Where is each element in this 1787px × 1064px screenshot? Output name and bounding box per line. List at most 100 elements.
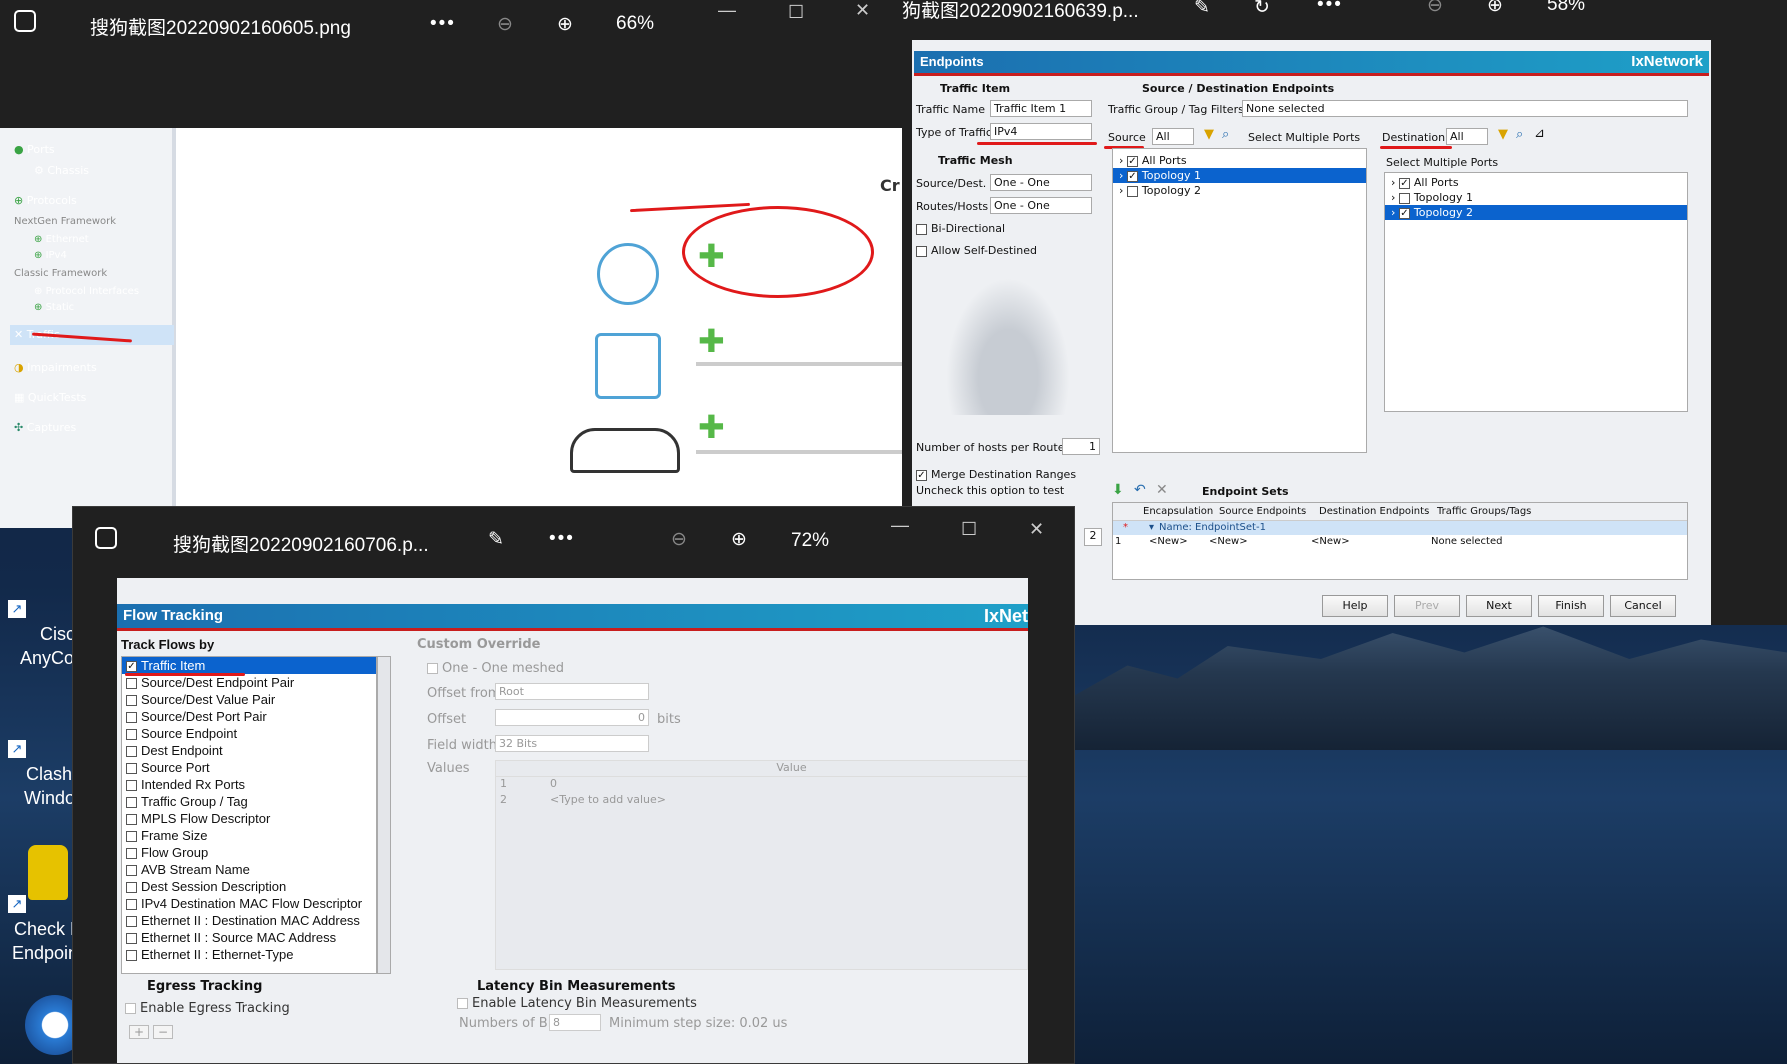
select-multiple-ports-source[interactable]: Select Multiple Ports bbox=[1248, 131, 1360, 144]
track-option[interactable]: AVB Stream Name bbox=[122, 861, 376, 878]
enable-egress-checkbox[interactable]: Enable Egress Tracking bbox=[125, 1001, 290, 1016]
zoom-out-icon[interactable]: ⊖ bbox=[1427, 0, 1443, 17]
source-select[interactable]: All bbox=[1152, 128, 1194, 145]
track-option[interactable]: Ethernet II : Destination MAC Address bbox=[122, 912, 376, 929]
prev-button[interactable]: Prev bbox=[1394, 595, 1460, 617]
zoom-in-icon[interactable]: ⊕ bbox=[1487, 0, 1503, 17]
edit-image-icon[interactable]: ✎ bbox=[1194, 0, 1210, 19]
table-row[interactable]: 1 <New> <New> <New> None selected bbox=[1113, 535, 1687, 549]
delete-icon[interactable]: ✕ bbox=[1156, 482, 1168, 498]
tree-item[interactable]: › Topology 2 bbox=[1113, 183, 1366, 198]
zoom-in-icon[interactable]: ⊕ bbox=[557, 13, 573, 36]
zoom-out-icon[interactable]: ⊖ bbox=[671, 528, 687, 551]
tree-item[interactable]: › ✓ Topology 2 bbox=[1385, 205, 1687, 220]
track-option[interactable]: ✓ Traffic Item bbox=[122, 657, 376, 674]
track-option[interactable]: Source/Dest Endpoint Pair bbox=[122, 674, 376, 691]
tag-filters-select[interactable]: None selected bbox=[1242, 100, 1688, 117]
track-option[interactable]: Frame Size bbox=[122, 827, 376, 844]
add-set-icon[interactable]: ⬇ bbox=[1112, 482, 1124, 498]
tree-item[interactable]: › Topology 1 bbox=[1385, 190, 1687, 205]
close-icon[interactable]: ✕ bbox=[1029, 519, 1044, 540]
sidebar-item-chassis[interactable]: ⚙ Chassis bbox=[34, 164, 89, 177]
track-option[interactable]: Dest Endpoint bbox=[122, 742, 376, 759]
add-quick-flow-groups-link[interactable]: Add L2-3 Quick Flow Groups bbox=[738, 333, 893, 346]
track-option[interactable]: Source Port bbox=[122, 759, 376, 776]
traffic-type-select[interactable]: IPv4 bbox=[990, 123, 1092, 140]
tree-item[interactable]: › ✓ Topology 1 bbox=[1113, 168, 1366, 183]
add-egress-tracking-link[interactable]: Add Egress Only Tracking bbox=[738, 419, 877, 432]
track-option[interactable]: Intended Rx Ports bbox=[122, 776, 376, 793]
track-option[interactable]: Traffic Group / Tag bbox=[122, 793, 376, 810]
offset-from-select[interactable]: Root bbox=[495, 683, 649, 700]
more-options-button[interactable]: ••• bbox=[1317, 0, 1343, 16]
sidebar-item-ports[interactable]: ● Ports bbox=[14, 143, 55, 156]
sidebar-item-quicktests[interactable]: ▦ QuickTests bbox=[14, 391, 86, 404]
sidebar-item-protocols[interactable]: ⊕ Protocols bbox=[14, 194, 77, 207]
track-option[interactable]: Ethernet II : Ethernet-Type bbox=[122, 946, 376, 963]
self-destined-checkbox[interactable]: Allow Self-Destined bbox=[916, 244, 1037, 257]
source-dest-select[interactable]: One - One bbox=[990, 174, 1092, 191]
track-option[interactable]: Source/Dest Port Pair bbox=[122, 708, 376, 725]
sidebar-item-ipv4[interactable]: ⊕ IPv4 bbox=[34, 250, 67, 261]
sidebar-item-impairments[interactable]: ◑ Impairments bbox=[14, 361, 97, 374]
track-option[interactable]: Dest Session Description bbox=[122, 878, 376, 895]
maximize-icon[interactable]: ☐ bbox=[788, 2, 804, 23]
track-option[interactable]: Flow Group bbox=[122, 844, 376, 861]
minimize-icon[interactable]: — bbox=[891, 515, 909, 536]
enable-latency-checkbox[interactable]: Enable Latency Bin Measurements bbox=[457, 996, 697, 1011]
more-options-button[interactable]: ••• bbox=[549, 528, 575, 550]
help-button[interactable]: Help bbox=[1322, 595, 1388, 617]
sidebar-item-protocol-interfaces[interactable]: ⊕ Protocol Interfaces bbox=[34, 286, 139, 297]
plus-icon[interactable]: ✚ bbox=[698, 411, 730, 443]
table-row[interactable]: 10 bbox=[496, 777, 1027, 793]
remove-icon[interactable]: − bbox=[153, 1025, 173, 1039]
cancel-button[interactable]: Cancel bbox=[1610, 595, 1676, 617]
edit-image-icon[interactable]: ✎ bbox=[488, 528, 504, 551]
bidirectional-checkbox[interactable]: Bi-Directional bbox=[916, 222, 1005, 235]
meshed-checkbox[interactable]: One - One meshed bbox=[427, 661, 564, 676]
sidebar-item-ethernet[interactable]: ⊕ Ethernet bbox=[34, 234, 89, 245]
merge-ranges-checkbox[interactable]: ✓ Merge Destination Ranges bbox=[916, 468, 1076, 481]
undo-icon[interactable]: ↶ bbox=[1134, 482, 1146, 498]
sidebar-item-captures[interactable]: ✣ Captures bbox=[14, 421, 76, 434]
zoom-in-icon[interactable]: ⊕ bbox=[731, 528, 747, 551]
filter-icon[interactable]: ▼ bbox=[1498, 127, 1508, 142]
more-options-button[interactable]: ••• bbox=[430, 13, 456, 35]
table-row[interactable]: * ▾ Name: EndpointSet-1 bbox=[1113, 521, 1687, 535]
track-option[interactable]: MPLS Flow Descriptor bbox=[122, 810, 376, 827]
rotate-icon[interactable]: ↻ bbox=[1254, 0, 1270, 19]
offset-input[interactable]: 0 bbox=[495, 709, 649, 726]
zoom-out-icon[interactable]: ⊖ bbox=[497, 13, 513, 36]
track-option[interactable]: IPv4 Destination MAC Flow Descriptor bbox=[122, 895, 376, 912]
finish-button[interactable]: Finish bbox=[1538, 595, 1604, 617]
diagram-icon[interactable]: ⊿ bbox=[1534, 126, 1545, 141]
column-header[interactable]: Destination Endpoints bbox=[1319, 503, 1437, 520]
track-option[interactable]: Ethernet II : Source MAC Address bbox=[122, 929, 376, 946]
filter-icon[interactable]: ▼ bbox=[1204, 127, 1214, 142]
column-header[interactable]: Traffic Groups/Tags bbox=[1437, 503, 1557, 520]
next-button[interactable]: Next bbox=[1466, 595, 1532, 617]
sidebar-item-static[interactable]: ⊕ Static bbox=[34, 302, 74, 313]
tree-item[interactable]: › ✓ All Ports bbox=[1113, 153, 1366, 168]
traffic-name-input[interactable]: Traffic Item 1 bbox=[990, 100, 1092, 117]
close-icon[interactable]: ✕ bbox=[855, 0, 870, 21]
bins-select[interactable]: 8 bbox=[549, 1014, 601, 1031]
field-width-select[interactable]: 32 Bits bbox=[495, 735, 649, 752]
tree-item[interactable]: › ✓ All Ports bbox=[1385, 175, 1687, 190]
track-option[interactable]: Source Endpoint bbox=[122, 725, 376, 742]
table-row[interactable]: 2 <Type to add value> bbox=[496, 793, 1027, 809]
routes-hosts-select[interactable]: One - One bbox=[990, 197, 1092, 214]
add-icon[interactable]: + bbox=[129, 1025, 149, 1039]
maximize-icon[interactable]: ☐ bbox=[961, 519, 977, 540]
column-header[interactable]: Source Endpoints bbox=[1219, 503, 1319, 520]
plus-icon[interactable]: ✚ bbox=[698, 325, 730, 357]
search-icon[interactable]: ⌕ bbox=[1516, 127, 1523, 142]
search-icon[interactable]: ⌕ bbox=[1222, 127, 1229, 142]
track-option[interactable]: Source/Dest Value Pair bbox=[122, 691, 376, 708]
list-scrollbar[interactable] bbox=[377, 656, 391, 974]
select-multiple-ports-destination[interactable]: Select Multiple Ports bbox=[1386, 156, 1498, 169]
destination-select[interactable]: All bbox=[1446, 128, 1488, 145]
column-header[interactable]: Encapsulation bbox=[1143, 503, 1219, 520]
minimize-icon[interactable]: — bbox=[718, 0, 736, 21]
hosts-per-route-input[interactable]: 1 bbox=[1062, 438, 1100, 455]
